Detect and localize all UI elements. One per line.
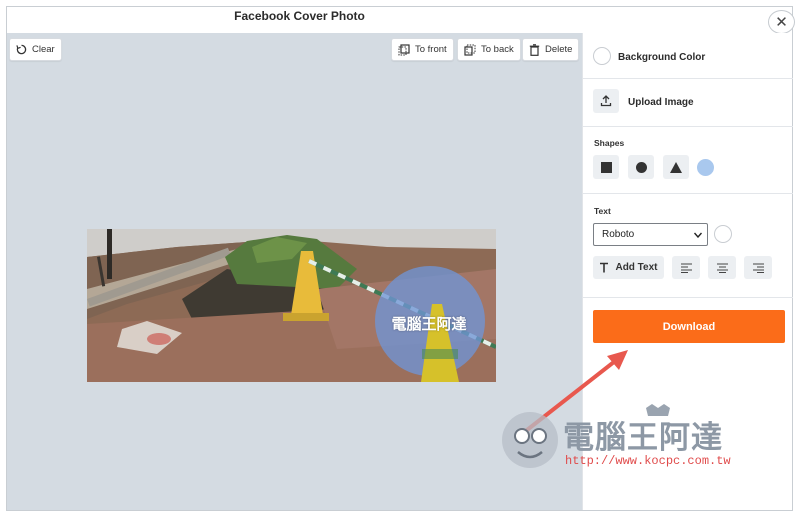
circle-shape-button[interactable] (628, 155, 654, 179)
add-text-button[interactable]: Add Text (593, 256, 664, 279)
text-label: Text (594, 206, 611, 216)
bring-to-front-icon (398, 43, 410, 55)
shape-color-swatch[interactable] (697, 159, 714, 176)
upload-icon (600, 95, 612, 107)
close-icon: ✕ (775, 14, 788, 31)
text-icon (600, 262, 609, 273)
overlay-text[interactable]: 電腦王阿達 (374, 313, 484, 334)
to-back-label: To back (481, 44, 514, 55)
square-icon (600, 161, 612, 173)
watermark-url: http://www.kocpc.com.tw (565, 454, 731, 468)
refresh-icon (16, 44, 27, 55)
chevron-down-icon (694, 232, 702, 238)
text-section: Text (583, 194, 793, 298)
upload-image-label[interactable]: Upload Image (628, 97, 694, 108)
delete-button[interactable]: Delete (522, 38, 580, 61)
triangle-icon (670, 161, 682, 173)
download-button[interactable]: Download (593, 310, 785, 343)
circle-icon (635, 161, 647, 173)
send-to-back-icon (464, 44, 476, 56)
clear-button[interactable]: Clear (9, 38, 62, 61)
align-right-button[interactable] (744, 256, 772, 279)
delete-label: Delete (545, 44, 573, 55)
close-button[interactable]: ✕ (768, 10, 795, 34)
window-title: Facebook Cover Photo (234, 9, 365, 23)
shapes-label: Shapes (594, 138, 625, 148)
align-center-button[interactable] (708, 256, 736, 279)
title-bar: Facebook Cover Photo ✕ (7, 7, 795, 34)
align-left-button[interactable] (672, 256, 700, 279)
upload-image-section: Upload Image (583, 79, 793, 127)
add-text-label: Add Text (615, 262, 658, 273)
trash-icon (529, 43, 540, 56)
text-color-swatch[interactable] (714, 225, 732, 243)
background-color-section: Background Color (583, 33, 793, 79)
align-center-icon (716, 262, 728, 273)
square-shape-button[interactable] (593, 155, 619, 179)
align-right-icon (752, 262, 764, 273)
triangle-shape-button[interactable] (663, 155, 689, 179)
align-left-icon (680, 262, 692, 273)
cover-photo-image[interactable] (87, 229, 496, 382)
to-front-label: To front (415, 44, 447, 55)
upload-button[interactable] (593, 89, 619, 113)
to-back-button[interactable]: To back (457, 38, 521, 61)
to-front-button[interactable]: To front (391, 38, 454, 61)
font-select[interactable]: Roboto (593, 223, 708, 246)
clear-label: Clear (32, 44, 55, 55)
font-select-value: Roboto (602, 229, 635, 240)
background-color-swatch[interactable] (593, 47, 611, 65)
background-color-label: Background Color (618, 52, 706, 63)
shapes-section: Shapes (583, 127, 793, 194)
watermark-title: 電腦王阿達 (563, 420, 723, 455)
